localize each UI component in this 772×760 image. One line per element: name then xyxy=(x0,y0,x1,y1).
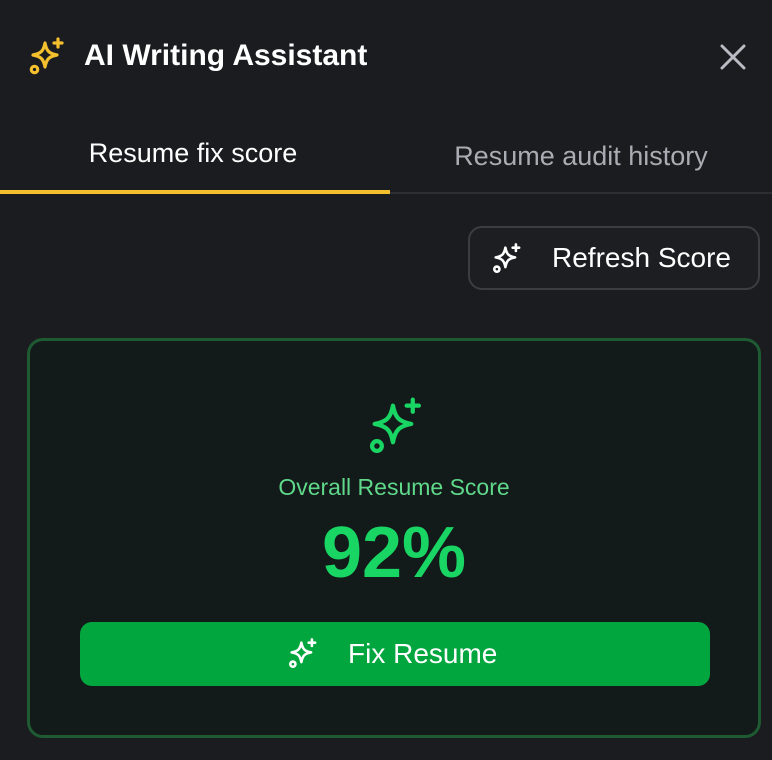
tab-resume-fix-score[interactable]: Resume fix score xyxy=(0,118,390,194)
sparkles-icon xyxy=(288,638,317,669)
panel-title: AI Writing Assistant xyxy=(84,39,368,72)
fix-resume-button[interactable]: Fix Resume xyxy=(80,622,710,686)
sparkles-icon xyxy=(369,397,421,454)
score-card: Overall Resume Score 92% Fix Resume xyxy=(27,338,761,738)
score-value: 92% xyxy=(321,513,467,593)
fix-resume-label: Fix Resume xyxy=(348,638,498,669)
tab-label: Resume audit history xyxy=(454,141,708,171)
tab-bar: Resume fix score Resume audit history xyxy=(0,118,772,194)
fix-button-content: Fix Resume xyxy=(80,622,710,686)
refresh-score-button[interactable]: Refresh Score xyxy=(468,226,760,290)
sparkles-icon xyxy=(29,37,64,75)
refresh-score-label: Refresh Score xyxy=(552,242,731,273)
tab-label: Resume fix score xyxy=(88,138,298,168)
active-tab-indicator xyxy=(0,190,390,194)
close-icon[interactable] xyxy=(714,38,752,76)
score-label: Overall Resume Score xyxy=(278,474,510,500)
ai-writing-assistant-panel: AI Writing Assistant Resume fix score Re… xyxy=(0,0,772,760)
sparkles-icon xyxy=(492,243,521,274)
tab-resume-audit-history[interactable]: Resume audit history xyxy=(390,121,772,195)
panel-header: AI Writing Assistant xyxy=(0,0,772,112)
